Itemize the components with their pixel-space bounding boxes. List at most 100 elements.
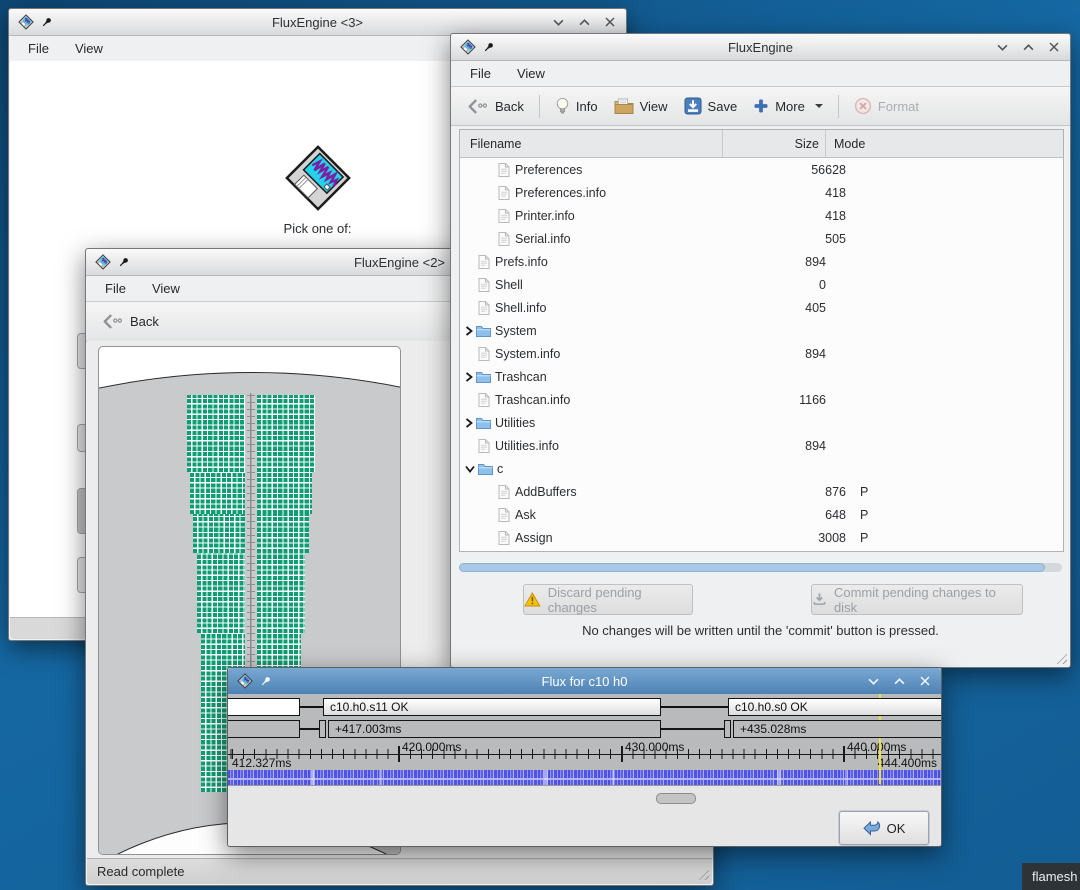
resize-grip[interactable] <box>1054 651 1067 664</box>
ruler-major-tick <box>398 746 400 762</box>
table-row[interactable]: Prefs.info894 <box>460 250 1063 273</box>
back-label: Back <box>495 99 524 114</box>
table-row[interactable]: Printer.info418 <box>460 204 1063 227</box>
pin-icon[interactable] <box>118 256 130 268</box>
sector-blocks <box>257 395 315 472</box>
maximize-icon[interactable] <box>894 678 905 685</box>
view-button[interactable]: View <box>606 94 676 118</box>
menu-view[interactable]: View <box>139 281 193 296</box>
save-button[interactable]: Save <box>676 93 746 119</box>
sector-blocks <box>187 395 245 472</box>
filename-label: Ask <box>515 508 536 522</box>
ok-button[interactable]: OK <box>839 811 929 845</box>
connector-line <box>299 706 324 708</box>
chevron-right-icon[interactable] <box>465 326 473 336</box>
fluxengine-icon <box>460 39 476 55</box>
table-row[interactable]: Assign3008P <box>460 526 1063 549</box>
filename-label: System.info <box>495 347 560 361</box>
mode-cell: P <box>852 531 1063 545</box>
window-title: FluxEngine <box>451 40 1070 55</box>
table-row[interactable]: AddBuffers876P <box>460 480 1063 503</box>
folder-icon <box>478 463 493 475</box>
table-row[interactable]: Ask648P <box>460 503 1063 526</box>
horizontal-scrollbar[interactable] <box>459 563 1062 572</box>
discard-button[interactable]: Discard pending changes <box>523 584 693 615</box>
format-button[interactable]: Format <box>846 93 927 119</box>
menu-file[interactable]: File <box>92 281 139 296</box>
table-row[interactable]: System <box>460 319 1063 342</box>
scrollbar-thumb[interactable] <box>459 563 1045 572</box>
sector-blocks <box>190 472 245 514</box>
close-icon[interactable] <box>920 676 930 686</box>
commit-button[interactable]: Commit pending changes to disk <box>811 584 1023 615</box>
chevron-down-icon[interactable] <box>465 465 475 473</box>
table-row[interactable]: Serial.info505 <box>460 227 1063 250</box>
table-row[interactable]: Preferences56628 <box>460 158 1063 181</box>
table-row[interactable]: Trashcan.info1166 <box>460 388 1063 411</box>
plus-icon <box>753 98 769 114</box>
size-cell: 894 <box>730 347 832 361</box>
file-icon <box>478 278 490 292</box>
filename-label: Utilities.info <box>495 439 559 453</box>
file-icon <box>498 232 510 246</box>
close-icon[interactable] <box>1049 42 1059 52</box>
desktop: FluxEngine <3> File View Pick one of: <box>0 0 1080 890</box>
filename-label: Printer.info <box>515 209 575 223</box>
dropdown-caret-icon[interactable] <box>815 104 823 108</box>
minimize-icon[interactable] <box>997 44 1008 51</box>
fluxengine-icon <box>95 254 111 270</box>
column-filename[interactable]: Filename <box>460 130 723 157</box>
minimize-icon[interactable] <box>553 19 564 26</box>
discard-label: Discard pending changes <box>548 585 692 615</box>
table-row[interactable]: Utilities.info894 <box>460 434 1063 457</box>
maximize-icon[interactable] <box>1023 44 1034 51</box>
chevron-right-icon[interactable] <box>465 418 473 428</box>
table-row[interactable]: Shell0 <box>460 273 1063 296</box>
status-bar: Read complete <box>87 858 712 884</box>
filename-cell: AddBuffers <box>460 485 750 499</box>
table-row[interactable]: System.info 894 <box>460 342 1063 365</box>
size-cell: 894 <box>730 255 832 269</box>
menu-file[interactable]: File <box>15 41 62 56</box>
size-cell: 418 <box>750 186 852 200</box>
filename-cell: Serial.info <box>460 232 750 246</box>
titlebar[interactable]: Flux for c10 h0 <box>228 668 941 695</box>
pin-icon[interactable] <box>260 675 272 687</box>
sector-label: c10.h0.s11 OK <box>330 700 409 714</box>
maximize-icon[interactable] <box>579 19 590 26</box>
toolbar-separator <box>539 95 540 118</box>
size-cell: 3008 <box>750 531 852 545</box>
pin-icon[interactable] <box>41 16 53 28</box>
window-fluxengine-main: FluxEngine File View Back Info Vie <box>450 33 1071 668</box>
more-button[interactable]: More <box>745 94 831 118</box>
sector-box: c10.h0.s0 OK <box>728 698 941 716</box>
menu-file[interactable]: File <box>457 66 504 81</box>
menu-view[interactable]: View <box>504 66 558 81</box>
close-icon[interactable] <box>605 17 615 27</box>
status-text: Read complete <box>97 864 184 879</box>
back-button[interactable]: Back <box>94 309 167 334</box>
filename-cell: Trashcan.info <box>460 393 730 407</box>
titlebar[interactable]: FluxEngine <box>451 34 1070 61</box>
titlebar[interactable]: FluxEngine <3> <box>9 9 626 36</box>
view-label: View <box>640 99 668 114</box>
table-row[interactable]: Utilities <box>460 411 1063 434</box>
chevron-right-icon[interactable] <box>465 372 473 382</box>
filename-cell: Preferences <box>460 163 750 177</box>
minimize-icon[interactable] <box>868 678 879 685</box>
menu-view[interactable]: View <box>62 41 116 56</box>
resize-grip[interactable] <box>696 867 709 880</box>
table-row[interactable]: Trashcan <box>460 365 1063 388</box>
filename-cell: Utilities <box>460 416 717 430</box>
scrollbar-thumb[interactable] <box>656 793 696 804</box>
table-row[interactable]: c <box>460 457 1063 480</box>
info-icon <box>555 97 570 116</box>
table-row[interactable]: Preferences.info418 <box>460 181 1063 204</box>
table-row[interactable]: Shell.info405 <box>460 296 1063 319</box>
pin-icon[interactable] <box>483 41 495 53</box>
back-button[interactable]: Back <box>459 94 532 119</box>
info-button[interactable]: Info <box>547 93 606 120</box>
column-size[interactable]: Size <box>723 130 826 157</box>
folder-icon <box>476 371 491 383</box>
column-mode[interactable]: Mode <box>826 130 1063 157</box>
